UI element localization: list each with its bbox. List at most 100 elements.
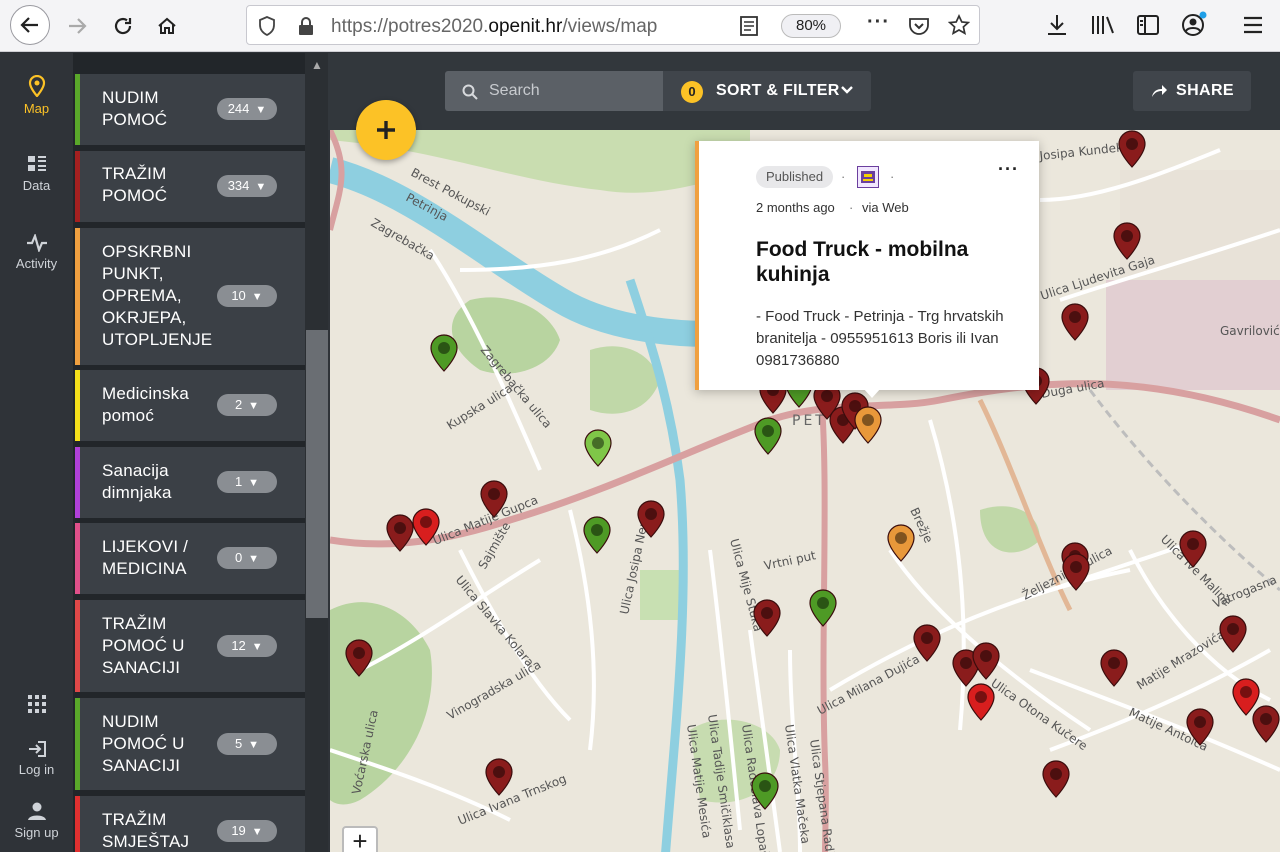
menu-icon[interactable] [1241,13,1265,37]
lock-icon [299,17,313,35]
map-marker-pin[interactable] [753,599,781,637]
nav-activity-label: Activity [15,256,58,271]
map-zoom-in-button[interactable]: + [342,826,378,852]
map-marker-pin[interactable] [345,639,373,677]
map-marker-pin[interactable] [485,758,513,796]
filter-trazim-smjestaj[interactable]: TRAŽIM SMJEŠTAJ 19 ▼ [75,796,305,852]
filter-count: 1 [234,474,243,489]
search-input[interactable]: Search [489,82,540,100]
search-box[interactable]: Search [445,71,663,111]
nav-data[interactable]: Data [0,154,73,193]
filter-count-badge[interactable]: 12 ▼ [217,635,277,657]
map-marker-pin[interactable] [754,417,782,455]
filter-count-badge[interactable]: 0 ▼ [217,547,277,569]
nav-login[interactable]: Log in [0,740,73,777]
filter-label: NUDIM POMOĆ [102,88,168,129]
account-icon[interactable] [1181,10,1209,38]
chevron-down-icon: ▼ [248,553,260,565]
map-marker-pin[interactable] [583,516,611,554]
forward-button[interactable] [58,7,96,45]
map-marker-pin[interactable] [584,429,612,467]
nav-activity[interactable]: Activity [0,234,73,271]
nav-map[interactable]: Map [0,75,73,116]
map-marker-pin[interactable] [430,334,458,372]
chevron-down-icon: ▼ [251,826,263,838]
pocket-icon[interactable] [908,16,930,36]
nav-data-label: Data [22,178,51,193]
home-icon [158,17,176,34]
more-actions-icon[interactable]: ··· [867,11,890,34]
map-marker-pin[interactable] [480,480,508,518]
filter-count-badge[interactable]: 1 ▼ [217,471,277,493]
map-marker-pin[interactable] [386,514,414,552]
map-pin-icon [28,75,45,97]
map-marker-pin[interactable] [809,589,837,627]
scroll-up-arrow-icon[interactable]: ▲ [311,58,323,72]
post-time: 2 months ago [756,200,835,215]
filter-count-badge[interactable]: 334 ▼ [217,175,277,197]
filter-medicinska-pomoc[interactable]: Medicinska pomoć 2 ▼ [75,370,305,441]
filter-lijekovi-medicina[interactable]: LIJEKOVI / MEDICINA 0 ▼ [75,523,305,594]
filter-scrollbar-thumb[interactable] [306,330,328,618]
filter-label: OPSKRBNI PUNKT, OPREMA, OKRJEPA, UTOPLJE… [102,242,213,349]
map-marker-pin[interactable] [1118,130,1146,168]
map-marker-pin[interactable] [967,683,995,721]
filter-nudim-pomoc[interactable]: NUDIM POMOĆ 244 ▼ [75,74,305,145]
reload-icon [114,17,132,35]
map-marker-pin[interactable] [1042,760,1070,798]
filter-count-badge[interactable]: 19 ▼ [217,820,277,842]
share-button[interactable]: SHARE [1133,71,1251,111]
filter-trazim-pomoc-sanaciji[interactable]: TRAŽIM POMOĆ U SANACIJI 12 ▼ [75,600,305,692]
map-marker-pin[interactable] [913,624,941,662]
map-marker-pin[interactable] [637,500,665,538]
grid-icon [27,695,46,713]
library-icon[interactable] [1090,13,1116,37]
map-marker-pin[interactable] [1186,708,1214,746]
apps-grid-button[interactable] [0,694,73,718]
map-marker-pin[interactable] [1113,222,1141,260]
filter-count-badge[interactable]: 244 ▼ [217,98,277,120]
filter-opskrbni-punkt[interactable]: OPSKRBNI PUNKT, OPREMA, OKRJEPA, UTOPLJE… [75,228,305,365]
map-marker-pin[interactable] [1100,649,1128,687]
map-marker-pin[interactable] [1252,705,1280,743]
star-icon[interactable] [948,14,970,36]
more-options-icon[interactable]: ··· [998,159,1019,180]
plus-icon [377,121,395,139]
map-marker-pin[interactable] [751,772,779,810]
url-text[interactable]: https://potres2020.openit.hr/views/map [331,16,657,38]
home-button[interactable] [148,7,186,45]
search-icon [462,84,478,100]
share-label: SHARE [1176,82,1235,99]
map-marker-pin[interactable] [1061,303,1089,341]
nav-signup[interactable]: Sign up [0,801,73,840]
download-icon[interactable] [1045,13,1069,37]
reader-view-icon[interactable] [739,15,759,37]
sidebar-icon[interactable] [1136,13,1160,37]
map-marker-pin[interactable] [887,524,915,562]
filter-count: 10 [231,288,246,303]
map-marker-pin[interactable] [1062,553,1090,591]
filter-count-badge[interactable]: 10 ▼ [217,285,277,307]
map-marker-pin[interactable] [1219,615,1247,653]
map-marker-pin[interactable] [1179,530,1207,568]
filter-sanacija-dimnjaka[interactable]: Sanacija dimnjaka 1 ▼ [75,447,305,518]
filter-count-badge[interactable]: 2 ▼ [217,394,277,416]
filter-nudim-pomoc-sanaciji[interactable]: NUDIM POMOĆ U SANACIJI 5 ▼ [75,698,305,790]
filter-trazim-pomoc[interactable]: TRAŽIM POMOĆ 334 ▼ [75,151,305,222]
sort-filter-button[interactable]: 0 SORT & FILTER [663,71,871,111]
reload-button[interactable] [104,7,142,45]
filter-count: 19 [231,823,246,838]
post-title[interactable]: Food Truck - mobilna kuhinja [756,237,1016,287]
separator-dot: · [890,169,895,184]
activity-icon [26,234,47,252]
zoom-level[interactable]: 80% [781,14,841,38]
map-marker-pin[interactable] [854,406,882,444]
chevron-down-icon: ▼ [251,291,263,303]
add-post-button[interactable] [356,100,416,160]
status-badge: Published [756,166,834,188]
back-button[interactable] [10,5,50,45]
map-marker-pin[interactable] [972,642,1000,680]
url-bar[interactable]: https://potres2020.openit.hr/views/map 8… [246,5,980,45]
map-marker-pin[interactable] [412,508,440,546]
filter-count-badge[interactable]: 5 ▼ [217,733,277,755]
